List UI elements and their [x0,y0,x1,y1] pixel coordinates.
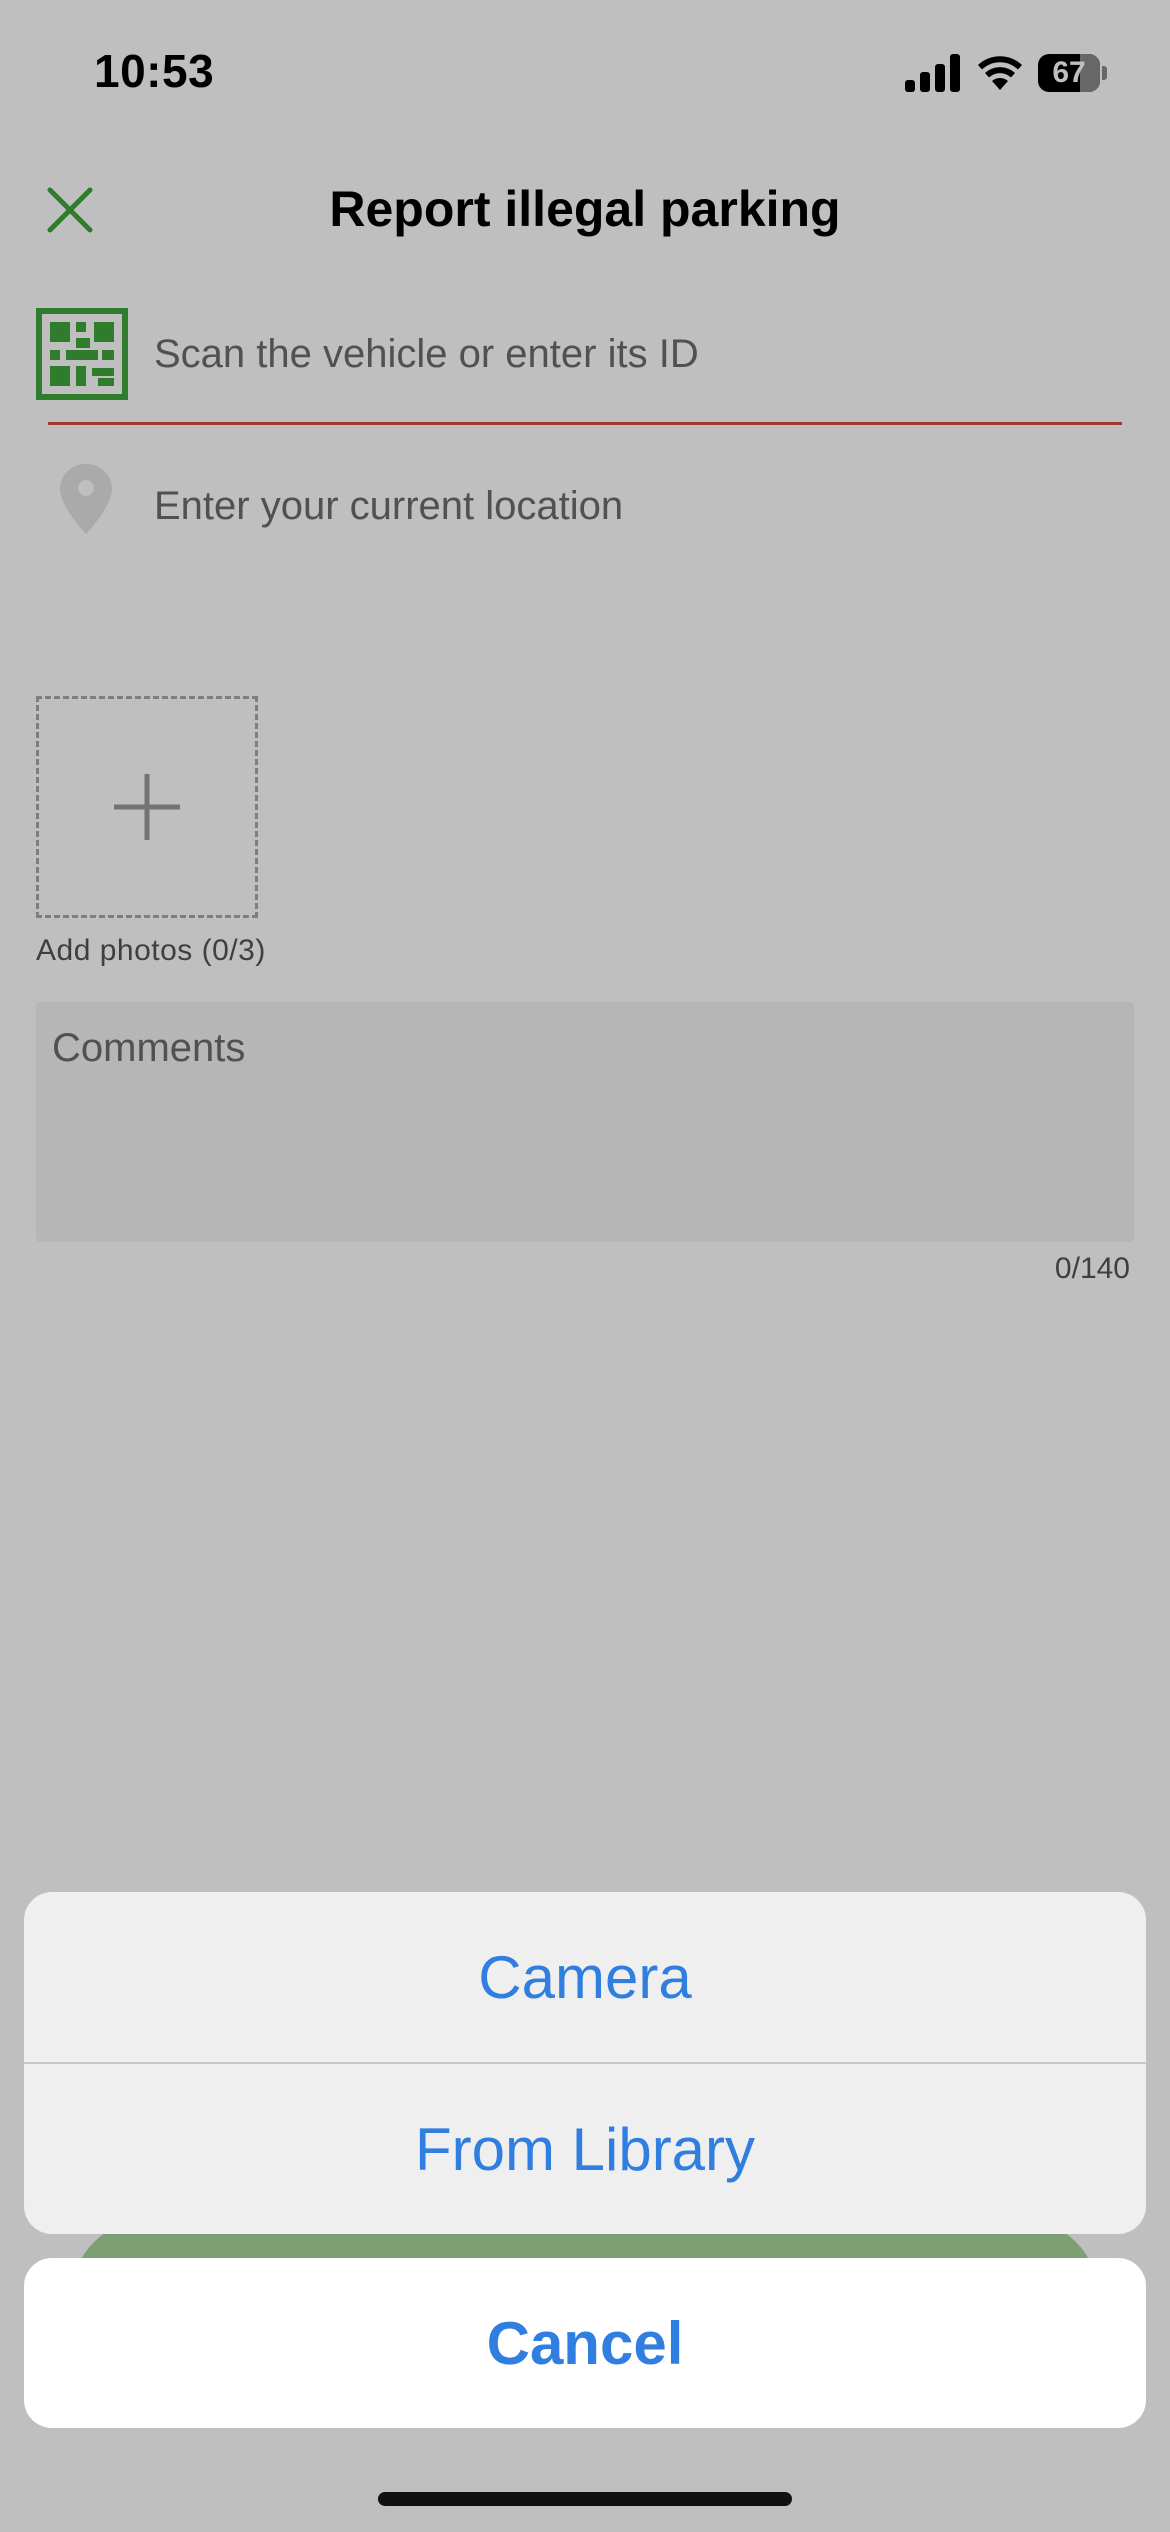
home-indicator [378,2492,792,2506]
library-option[interactable]: From Library [24,2064,1146,2234]
action-sheet: Camera From Library [24,1892,1146,2234]
report-parking-screen: 10:53 67 Report illegal parking Scan the… [0,0,1170,2532]
camera-option[interactable]: Camera [24,1892,1146,2062]
cancel-button[interactable]: Cancel [24,2258,1146,2428]
